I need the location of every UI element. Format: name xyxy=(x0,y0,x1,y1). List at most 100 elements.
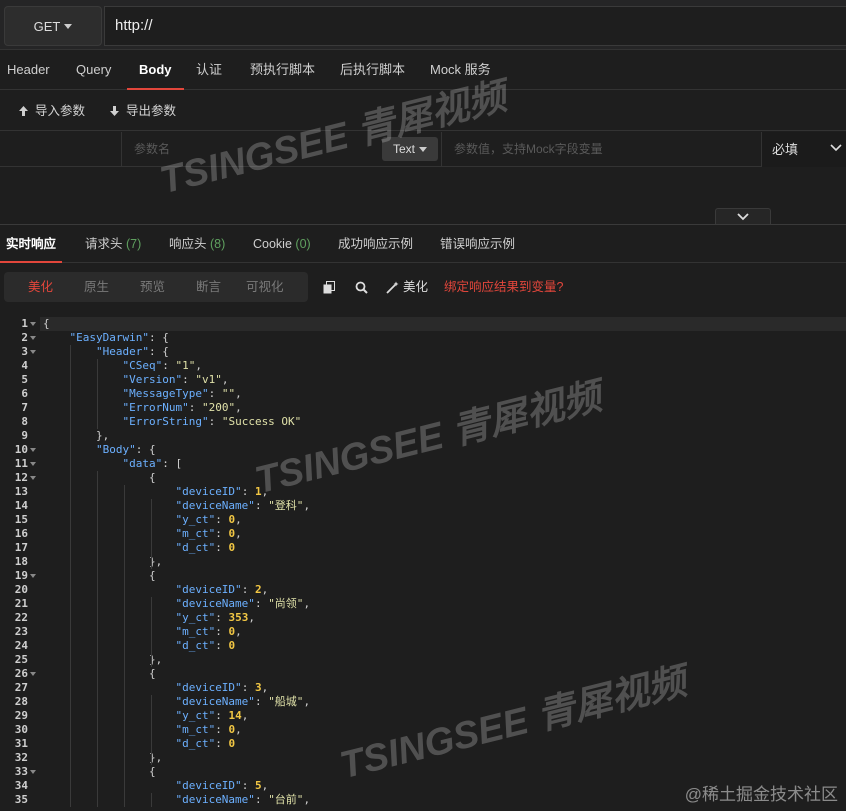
tab-request-headers-count: (7) xyxy=(126,237,142,251)
code-line: 3 "Header": { xyxy=(0,345,846,359)
params-toolbar: 导入参数 导出参数 xyxy=(0,91,846,131)
search-icon xyxy=(355,281,368,294)
import-params-button[interactable]: 导入参数 xyxy=(18,91,85,131)
line-number: 1 xyxy=(21,317,28,330)
code-text: "deviceName": "登科", xyxy=(175,499,311,512)
line-number: 33 xyxy=(14,765,28,778)
tab-post-script[interactable]: 后执行脚本 xyxy=(340,50,405,90)
arrow-up-icon xyxy=(19,106,28,116)
fold-toggle-icon[interactable] xyxy=(30,322,36,326)
chevron-down-icon xyxy=(830,144,842,152)
line-number: 28 xyxy=(14,695,28,708)
code-text: { xyxy=(43,569,156,582)
code-text: "y_ct": 14, xyxy=(175,709,249,722)
code-text: "MessageType": "", xyxy=(122,387,242,400)
code-text: "d_ct": 0 xyxy=(175,541,236,554)
tab-pre-script[interactable]: 预执行脚本 xyxy=(250,50,315,90)
tab-success-example[interactable]: 成功响应示例 xyxy=(338,225,413,263)
line-number: 31 xyxy=(14,737,28,750)
line-number: 30 xyxy=(14,723,28,736)
response-tabs: 实时响应 请求头 (7) 响应头 (8) Cookie (0) 成功响应示例 错… xyxy=(0,224,846,263)
tab-header[interactable]: Header xyxy=(7,50,50,90)
fold-toggle-icon[interactable] xyxy=(30,770,36,774)
request-tabs: Header Query Body 认证 预执行脚本 后执行脚本 Mock 服务 xyxy=(0,50,846,90)
param-type-label: Text xyxy=(392,142,415,156)
url-input[interactable]: http:// xyxy=(104,6,846,46)
fold-toggle-icon[interactable] xyxy=(30,336,36,340)
code-text: "data": [ xyxy=(122,457,183,470)
source-credit: @稀土掘金技术社区 xyxy=(684,785,838,804)
line-number: 3 xyxy=(21,345,28,358)
line-number: 24 xyxy=(14,639,28,652)
search-button[interactable] xyxy=(355,272,368,302)
tab-cookie-count: (0) xyxy=(295,237,311,251)
import-params-label: 导入参数 xyxy=(35,104,86,118)
code-line: 25 }, xyxy=(0,653,846,667)
code-line: 24 "d_ct": 0 xyxy=(0,639,846,653)
line-number: 4 xyxy=(21,359,28,372)
line-number: 11 xyxy=(14,457,28,470)
code-text: "deviceName": "船城", xyxy=(175,695,311,708)
code-text: "EasyDarwin": { xyxy=(69,331,169,344)
fold-toggle-icon[interactable] xyxy=(30,672,36,676)
tab-response-headers-count: (8) xyxy=(210,237,226,251)
param-value-field[interactable]: 参数值，支持Mock字段变量 xyxy=(442,132,762,167)
indent-guide xyxy=(70,345,71,807)
indent-guide xyxy=(97,359,98,429)
tab-response-headers[interactable]: 响应头 (8) xyxy=(169,225,225,263)
caret-down-icon xyxy=(419,146,427,152)
method-select[interactable]: GET xyxy=(4,6,102,46)
fold-toggle-icon[interactable] xyxy=(30,448,36,452)
tab-cookie-label: Cookie xyxy=(253,237,292,251)
tab-error-example[interactable]: 错误响应示例 xyxy=(440,225,515,263)
fold-toggle-icon[interactable] xyxy=(30,350,36,354)
beautify-button[interactable]: 美化 xyxy=(386,272,428,302)
code-line: 14 "deviceName": "登科", xyxy=(0,499,846,513)
fold-toggle-icon[interactable] xyxy=(30,574,36,578)
code-line: 17 "d_ct": 0 xyxy=(0,541,846,555)
response-code-editor[interactable]: 1{2 "EasyDarwin": {3 "Header": {4 "CSeq"… xyxy=(0,316,846,811)
code-line: 13 "deviceID": 1, xyxy=(0,485,846,499)
tab-cookie[interactable]: Cookie (0) xyxy=(253,225,311,263)
tab-request-headers[interactable]: 请求头 (7) xyxy=(85,225,141,263)
code-text: { xyxy=(43,667,156,680)
code-text: "deviceName": "尚领", xyxy=(175,597,311,610)
line-number: 22 xyxy=(14,611,28,624)
code-line: 21 "deviceName": "尚领", xyxy=(0,597,846,611)
code-text: { xyxy=(43,317,50,330)
line-number: 9 xyxy=(21,429,28,442)
view-beautify[interactable]: 美化 xyxy=(28,272,53,302)
view-assert[interactable]: 断言 xyxy=(196,272,221,302)
bind-response-link[interactable]: 绑定响应结果到变量? xyxy=(444,272,563,302)
code-line: 30 "m_ct": 0, xyxy=(0,723,846,737)
tab-auth[interactable]: 认证 xyxy=(196,50,222,90)
fold-toggle-icon[interactable] xyxy=(30,476,36,480)
view-visualize[interactable]: 可视化 xyxy=(246,272,284,302)
tab-live-response[interactable]: 实时响应 xyxy=(0,225,63,263)
fold-toggle-icon[interactable] xyxy=(30,462,36,466)
export-params-button[interactable]: 导出参数 xyxy=(109,91,176,131)
required-select[interactable]: 必填 xyxy=(762,132,846,167)
code-text: "deviceID": 3, xyxy=(175,681,269,694)
tab-body[interactable]: Body xyxy=(127,50,183,90)
view-raw[interactable]: 原生 xyxy=(84,272,109,302)
code-text: "deviceID": 5, xyxy=(175,779,269,792)
code-line: 6 "MessageType": "", xyxy=(0,387,846,401)
code-text: { xyxy=(43,471,156,484)
collapse-panel-toggle[interactable] xyxy=(715,208,771,224)
line-number: 5 xyxy=(21,373,28,386)
code-text: "deviceID": 2, xyxy=(175,583,269,596)
code-line: 23 "m_ct": 0, xyxy=(0,625,846,639)
tab-query[interactable]: Query xyxy=(76,50,111,90)
arrow-down-icon xyxy=(110,106,119,116)
param-type-select[interactable]: Text xyxy=(382,137,438,161)
code-line: 33 { xyxy=(0,765,846,779)
line-number: 25 xyxy=(14,653,28,666)
copy-button[interactable] xyxy=(323,272,335,302)
code-line: 27 "deviceID": 3, xyxy=(0,681,846,695)
code-text: "m_ct": 0, xyxy=(175,723,242,736)
code-text: "m_ct": 0, xyxy=(175,625,242,638)
code-line: 16 "m_ct": 0, xyxy=(0,527,846,541)
tab-mock[interactable]: Mock 服务 xyxy=(430,50,491,90)
view-preview[interactable]: 预览 xyxy=(140,272,165,302)
